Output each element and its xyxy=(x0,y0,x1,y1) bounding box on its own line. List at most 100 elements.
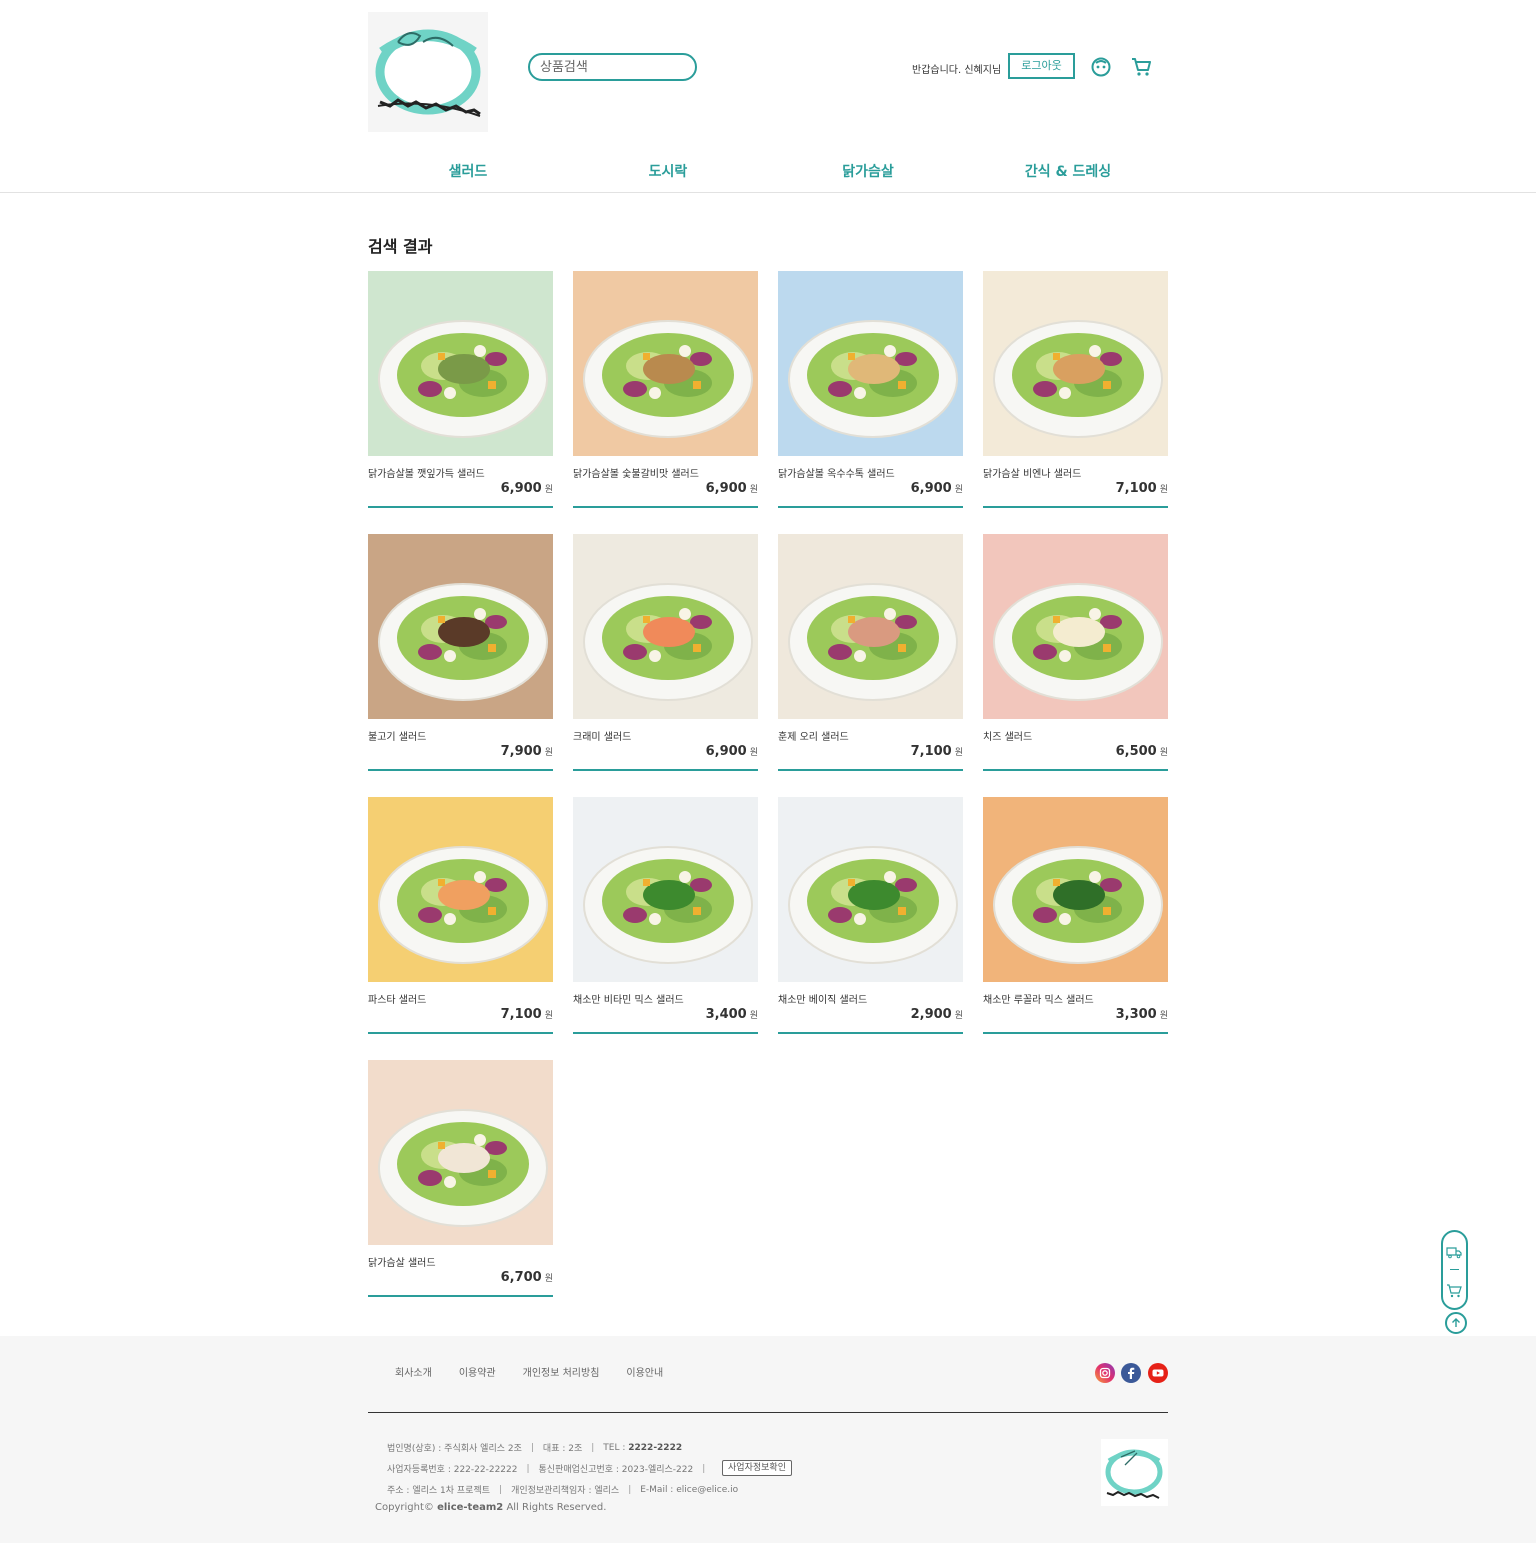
product-name[interactable]: 채소만 비타민 믹스 샐러드 xyxy=(573,991,684,1006)
product-price: 7,100 원 xyxy=(911,744,963,759)
price-value: 6,900 xyxy=(705,744,747,759)
product-image[interactable] xyxy=(573,534,758,719)
product-image[interactable] xyxy=(368,271,553,456)
currency-unit: 원 xyxy=(544,1011,553,1021)
mail-order-number: 통신판매업신고번호 : 2023-엘리스-222 xyxy=(538,1465,694,1475)
currency-unit: 원 xyxy=(954,748,963,758)
product-price: 6,900 원 xyxy=(706,481,758,496)
product-name[interactable]: 닭가슴살 샐러드 xyxy=(368,1254,436,1269)
price-value: 6,700 xyxy=(500,1270,542,1285)
user-icon[interactable] xyxy=(1090,56,1112,78)
tel-number: 2222-2222 xyxy=(628,1442,683,1453)
product-card[interactable]: 닭가슴살 비엔나 샐러드 7,100 원 xyxy=(983,271,1168,508)
nav-item-snack-dressing[interactable]: 간식 & 드레싱 xyxy=(968,155,1168,189)
separator: | xyxy=(591,1442,595,1453)
product-image[interactable] xyxy=(368,797,553,982)
copyright: Copyright© elice-team2 All Rights Reserv… xyxy=(375,1502,606,1513)
product-image[interactable] xyxy=(983,271,1168,456)
product-card[interactable]: 채소만 비타민 믹스 샐러드 3,400 원 xyxy=(573,797,758,1034)
product-name[interactable]: 불고기 샐러드 xyxy=(368,728,426,743)
product-image[interactable] xyxy=(983,797,1168,982)
price-value: 3,400 xyxy=(705,1007,747,1022)
price-value: 2,900 xyxy=(910,1007,952,1022)
currency-unit: 원 xyxy=(544,485,553,495)
footer-links: 회사소개 이용약관 개인정보 처리방침 이용안내 xyxy=(395,1364,663,1379)
currency-unit: 원 xyxy=(1159,485,1168,495)
category-nav: 샐러드 도시락 닭가슴살 간식 & 드레싱 xyxy=(368,155,1168,189)
product-card[interactable]: 닭가슴살볼 옥수수톡 샐러드 6,900 원 xyxy=(778,271,963,508)
product-price: 3,400 원 xyxy=(706,1007,758,1022)
product-name[interactable]: 파스타 샐러드 xyxy=(368,991,426,1006)
footer-logo[interactable] xyxy=(1101,1439,1168,1506)
product-image[interactable] xyxy=(778,271,963,456)
product-image[interactable] xyxy=(573,271,758,456)
quick-cart-icon[interactable] xyxy=(1446,1282,1463,1299)
nav-item-salad[interactable]: 샐러드 xyxy=(368,155,568,189)
product-card[interactable]: 닭가슴살볼 숯불갈비맛 샐러드 6,900 원 xyxy=(573,271,758,508)
product-name[interactable]: 훈제 오리 샐러드 xyxy=(778,728,849,743)
logout-button[interactable]: 로그아웃 xyxy=(1008,53,1075,79)
price-value: 6,900 xyxy=(705,481,747,496)
product-card[interactable]: 채소만 루꼴라 믹스 샐러드 3,300 원 xyxy=(983,797,1168,1034)
contact-info-row: 주소 : 엘리스 1차 프로젝트 | 개인정보관리책임자 : 엘리스 | E-M… xyxy=(387,1483,739,1497)
product-image[interactable] xyxy=(368,534,553,719)
arrow-up-icon xyxy=(1452,1318,1460,1327)
product-card[interactable]: 파스타 샐러드 7,100 원 xyxy=(368,797,553,1034)
registration-info-row: 사업자등록번호 : 222-22-22222 | 통신판매업신고번호 : 202… xyxy=(387,1462,714,1476)
site-footer: 회사소개 이용약관 개인정보 처리방침 이용안내 법인명(상호) : 주식회사 … xyxy=(0,1336,1536,1543)
separator: | xyxy=(702,1463,706,1474)
footer-link-privacy[interactable]: 개인정보 처리방침 xyxy=(523,1364,600,1379)
product-image[interactable] xyxy=(983,534,1168,719)
footer-link-about[interactable]: 회사소개 xyxy=(395,1364,432,1379)
product-image[interactable] xyxy=(573,797,758,982)
site-logo[interactable] xyxy=(368,12,488,132)
product-card[interactable]: 크래미 샐러드 6,900 원 xyxy=(573,534,758,771)
product-name[interactable]: 닭가슴살볼 깻잎가득 샐러드 xyxy=(368,465,485,480)
product-image[interactable] xyxy=(778,797,963,982)
privacy-officer: 개인정보관리책임자 : 엘리스 xyxy=(511,1486,620,1496)
tel-label: TEL : xyxy=(603,1442,626,1453)
search-input[interactable] xyxy=(528,53,697,81)
cart-icon[interactable] xyxy=(1130,56,1152,78)
currency-unit: 원 xyxy=(749,485,758,495)
product-name[interactable]: 치즈 샐러드 xyxy=(983,728,1032,743)
product-name[interactable]: 닭가슴살 비엔나 샐러드 xyxy=(983,465,1081,480)
product-name[interactable]: 채소만 루꼴라 믹스 샐러드 xyxy=(983,991,1094,1006)
page-title: 검색 결과 xyxy=(368,237,433,256)
nav-item-lunchbox[interactable]: 도시락 xyxy=(568,155,768,189)
youtube-icon[interactable] xyxy=(1148,1363,1168,1383)
currency-unit: 원 xyxy=(749,748,758,758)
nav-item-chicken-breast[interactable]: 닭가슴살 xyxy=(768,155,968,189)
product-card[interactable]: 훈제 오리 샐러드 7,100 원 xyxy=(778,534,963,771)
product-name[interactable]: 크래미 샐러드 xyxy=(573,728,631,743)
separator: | xyxy=(628,1484,632,1495)
email: E-Mail : elice@elice.io xyxy=(640,1484,739,1495)
price-value: 3,300 xyxy=(1115,1007,1157,1022)
product-image[interactable] xyxy=(368,1060,553,1245)
footer-link-terms[interactable]: 이용약관 xyxy=(459,1364,496,1379)
copyright-prefix: Copyright© xyxy=(375,1502,434,1513)
facebook-icon[interactable] xyxy=(1121,1363,1141,1383)
product-price: 2,900 원 xyxy=(911,1007,963,1022)
currency-unit: 원 xyxy=(544,1274,553,1284)
footer-link-guide[interactable]: 이용안내 xyxy=(626,1364,663,1379)
instagram-icon[interactable] xyxy=(1095,1363,1115,1383)
copyright-owner: elice-team2 xyxy=(437,1502,504,1513)
product-card[interactable]: 치즈 샐러드 6,500 원 xyxy=(983,534,1168,771)
greeting-text: 반갑습니다. 신혜지님 xyxy=(912,65,1002,76)
truck-icon[interactable] xyxy=(1446,1244,1463,1261)
scroll-top-button[interactable] xyxy=(1445,1312,1467,1334)
product-card[interactable]: 닭가슴살 샐러드 6,700 원 xyxy=(368,1060,553,1297)
separator: | xyxy=(499,1484,503,1495)
company-name: 법인명(상호) : 주식회사 엘리스 2조 xyxy=(387,1444,522,1454)
product-card[interactable]: 채소만 베이직 샐러드 2,900 원 xyxy=(778,797,963,1034)
quick-menu xyxy=(1441,1230,1468,1310)
product-card[interactable]: 닭가슴살볼 깻잎가득 샐러드 6,900 원 xyxy=(368,271,553,508)
business-info-button[interactable]: 사업자정보확인 xyxy=(722,1460,792,1476)
product-name[interactable]: 채소만 베이직 샐러드 xyxy=(778,991,867,1006)
product-name[interactable]: 닭가슴살볼 옥수수톡 샐러드 xyxy=(778,465,895,480)
product-name[interactable]: 닭가슴살볼 숯불갈비맛 샐러드 xyxy=(573,465,699,480)
product-image[interactable] xyxy=(778,534,963,719)
product-card[interactable]: 불고기 샐러드 7,900 원 xyxy=(368,534,553,771)
quick-divider xyxy=(1450,1269,1459,1270)
